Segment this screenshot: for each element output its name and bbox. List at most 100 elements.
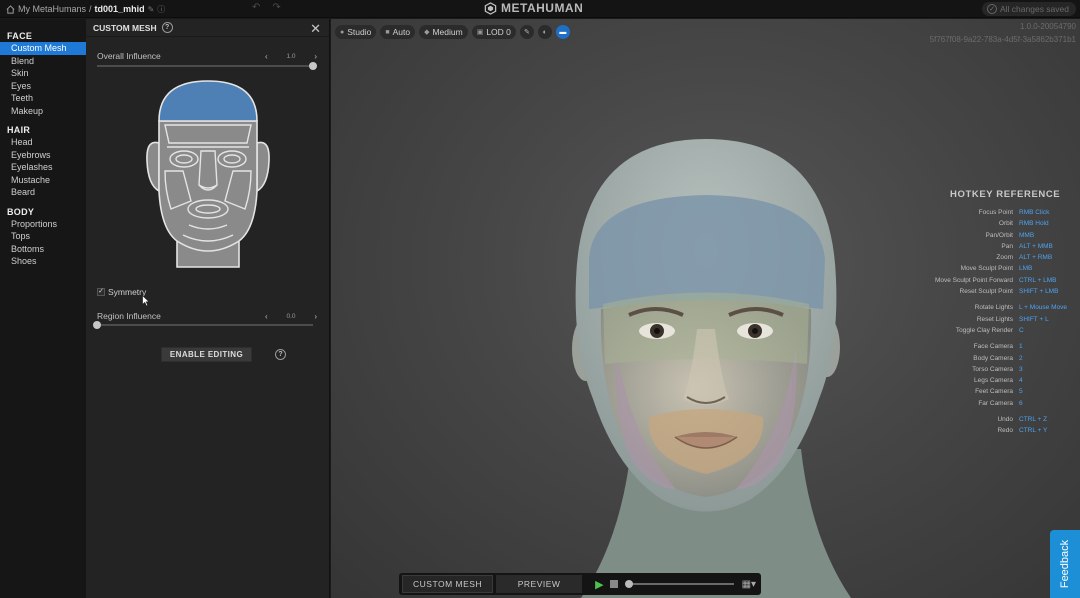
camera-icon: ■ [385, 28, 390, 36]
nav-item-eyebrows[interactable]: Eyebrows [0, 149, 86, 162]
home-icon[interactable] [5, 4, 15, 14]
symmetry-checkbox[interactable]: ✓ Symmetry [97, 287, 146, 297]
region-influence-value: 0.0 [286, 313, 296, 320]
save-status: ✓ All changes saved [982, 2, 1076, 16]
feedback-button[interactable]: Feedback [1050, 530, 1080, 598]
nav-item-mustache[interactable]: Mustache [0, 174, 86, 187]
undo-icon[interactable]: ↶ [252, 2, 260, 13]
hotkey-action: Face Camera [973, 343, 1013, 351]
hotkey-action: Pan/Orbit [985, 231, 1013, 239]
hotkey-binding: 1 [1019, 343, 1023, 351]
hotkey-action: Move Sculpt Point [960, 265, 1013, 273]
check-icon[interactable]: ✓ [97, 288, 105, 296]
tab-custom-mesh[interactable]: CUSTOM MESH [402, 575, 494, 593]
edit-icon[interactable]: ✎ [148, 5, 155, 14]
overall-influence-label: Overall Influence [97, 51, 161, 61]
nav-item-proportions[interactable]: Proportions [0, 218, 86, 231]
decrement-icon[interactable]: ‹ [265, 312, 268, 321]
app-title: METAHUMAN [501, 1, 584, 15]
nav-item-eyes[interactable]: Eyes [0, 80, 86, 93]
hotkey-action: Feet Camera [975, 388, 1013, 396]
viewport-toolbar: ● Studio ■ Auto ◆ Medium ▣ LOD 0 ✎ ◐ ▬ [335, 25, 570, 39]
nav-item-shoes[interactable]: Shoes [0, 255, 86, 268]
hotkey-binding: CTRL + Z [1019, 416, 1048, 424]
slider-thumb[interactable] [93, 321, 101, 329]
nav-section-face: FACE [7, 31, 33, 41]
app-logo: METAHUMAN [484, 1, 583, 15]
nav-item-makeup[interactable]: Makeup [0, 105, 86, 118]
region-ear-left [146, 141, 160, 193]
hotkey-binding: LMB [1019, 265, 1033, 273]
nav-item-eyelashes[interactable]: Eyelashes [0, 161, 86, 174]
hotkey-action: Rotate Lights [974, 304, 1013, 312]
hotkey-row: Move Sculpt Point LMB [911, 263, 1076, 274]
hotkey-row: Move Sculpt Point Forward CTRL + LMB [911, 275, 1076, 286]
hotkey-row: Zoom ALT + RMB [911, 252, 1076, 263]
hotkey-action: Focus Point [978, 209, 1013, 216]
nav-item-head[interactable]: Head [0, 136, 86, 149]
decrement-icon[interactable]: ‹ [265, 52, 268, 61]
lighting-dropdown[interactable]: ● Studio [335, 25, 377, 39]
hotkey-action: Zoom [996, 254, 1013, 262]
panel-title: CUSTOM MESH [93, 22, 157, 33]
nav-item-teeth[interactable]: Teeth [0, 92, 86, 105]
breadcrumb-root[interactable]: My MetaHumans [18, 4, 86, 14]
panel-header: CUSTOM MESH ? [86, 19, 329, 37]
face-region-diagram[interactable] [143, 79, 273, 273]
hotkey-binding: ALT + RMB [1019, 254, 1053, 262]
lod-label: LOD 0 [486, 27, 511, 37]
camera-dropdown[interactable]: ■ Auto [380, 25, 416, 39]
hotkey-binding: 2 [1019, 354, 1023, 362]
tab-preview[interactable]: PREVIEW [496, 575, 583, 593]
display-icon[interactable]: ▬ [555, 25, 570, 39]
slider-thumb[interactable] [309, 62, 317, 70]
redo-icon[interactable]: ↷ [272, 2, 280, 13]
wand-icon[interactable]: ✎ [519, 25, 534, 39]
timeline-knob[interactable] [624, 580, 633, 588]
sphere-icon[interactable]: ◐ [537, 25, 552, 39]
quality-label: Medium [432, 27, 463, 37]
nav-item-beard[interactable]: Beard [0, 186, 86, 199]
info-icon[interactable]: ⓘ [157, 4, 165, 15]
quality-dropdown[interactable]: ◆ Medium [419, 25, 468, 39]
help-icon[interactable]: ? [275, 349, 286, 360]
hotkey-action: Redo [997, 427, 1013, 435]
increment-icon[interactable]: › [314, 312, 317, 321]
feedback-label: Feedback [1059, 539, 1071, 589]
region-influence-stepper[interactable]: ‹ 0.0 › [265, 311, 317, 322]
nav-item-tops[interactable]: Tops [0, 230, 86, 243]
hotkey-binding: SHIFT + LMB [1019, 288, 1059, 296]
play-icon[interactable]: ▶ [595, 578, 603, 591]
breadcrumb-current: td001_mhid [94, 4, 145, 14]
nav-item-skin[interactable]: Skin [0, 67, 86, 80]
hotkey-reference: HOTKEY REFERENCE Focus Point RMB Click Orb… [911, 189, 1076, 437]
timeline-slider[interactable] [624, 580, 734, 588]
3d-viewport[interactable]: ● Studio ■ Auto ◆ Medium ▣ LOD 0 ✎ ◐ ▬ 1… [331, 19, 1080, 598]
hotkey-row: Reset Sculpt Point SHIFT + LMB [911, 286, 1076, 297]
gem-icon: ◆ [424, 29, 430, 36]
help-icon[interactable]: ? [161, 22, 173, 33]
nav-item-blend[interactable]: Blend [0, 55, 86, 68]
playback-bar: CUSTOM MESH PREVIEW ▶ ▦▾ [399, 573, 761, 595]
film-strip-icon[interactable]: ▦▾ [742, 579, 756, 590]
region-influence-slider[interactable] [93, 321, 313, 329]
hotkey-row: Reset Lights SHIFT + L [911, 314, 1076, 325]
hotkey-row: Legs Camera 4 [911, 375, 1076, 386]
stop-icon[interactable] [609, 580, 618, 588]
overall-influence-stepper[interactable]: ‹ 1.0 › [265, 51, 317, 62]
nav-item-custom-mesh[interactable]: Custom Mesh [0, 42, 86, 55]
close-icon[interactable]: ✕ [310, 21, 321, 37]
nav-section-body: BODY [7, 206, 35, 217]
overall-influence-slider[interactable] [97, 62, 317, 70]
hotkey-row: Toggle Clay Render C [911, 325, 1076, 336]
enable-editing-button[interactable]: ENABLE EDITING [161, 347, 252, 362]
lod-dropdown[interactable]: ▣ LOD 0 [471, 25, 516, 39]
symmetry-label: Symmetry [108, 287, 147, 297]
region-influence-label: Region Influence [97, 311, 161, 321]
hotkey-binding: 6 [1019, 399, 1023, 407]
hotkey-action: Torso Camera [972, 365, 1013, 373]
hotkey-binding: C [1019, 326, 1024, 334]
increment-icon[interactable]: › [314, 52, 317, 61]
hotkey-row: Pan/Orbit MMB [911, 230, 1076, 241]
nav-item-bottoms[interactable]: Bottoms [0, 243, 86, 256]
